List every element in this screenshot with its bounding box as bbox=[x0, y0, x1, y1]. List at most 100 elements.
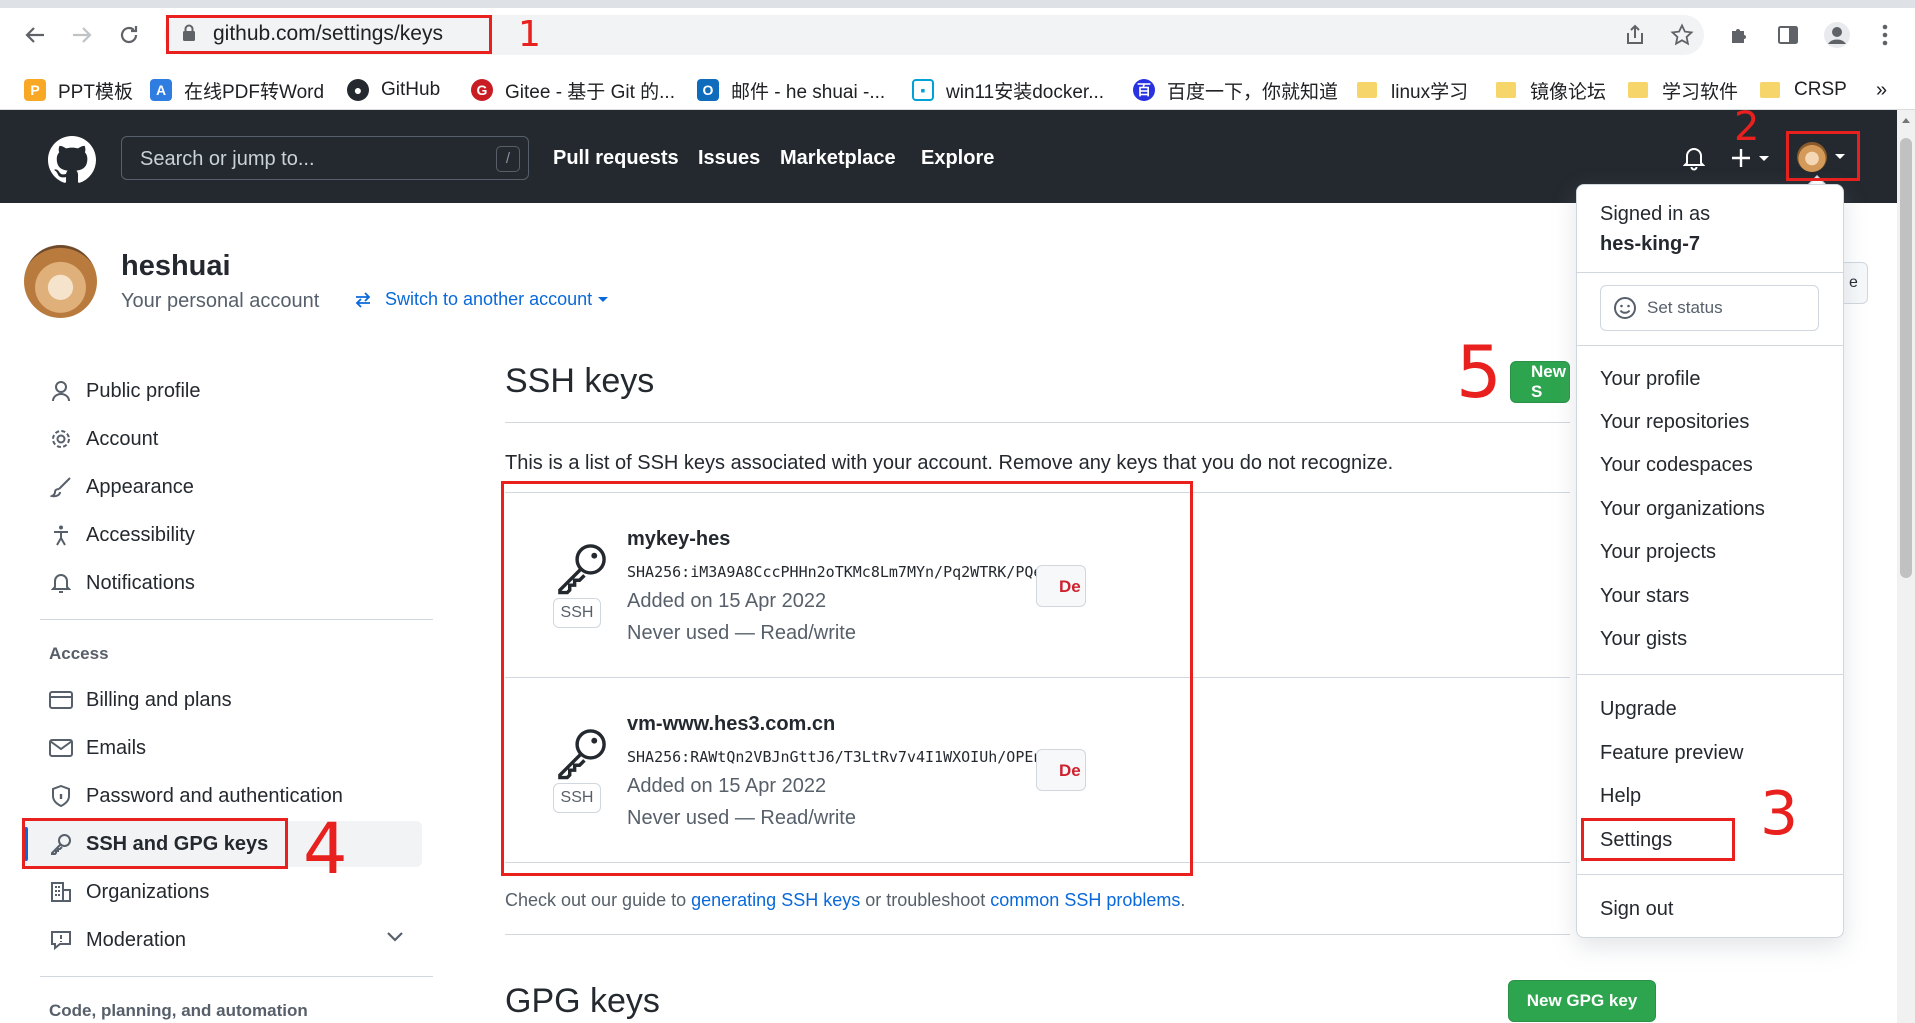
sidebar-group-code: Code, planning, and automation bbox=[49, 1001, 308, 1020]
bookmark-label: 在线PDF转Word bbox=[184, 81, 325, 103]
share-button[interactable] bbox=[1620, 20, 1650, 50]
screen: { "browser": { "url": "github.com/settin… bbox=[0, 0, 1915, 1023]
switch-account-link[interactable]: Switch to another account bbox=[353, 289, 609, 310]
ssh-keys-heading: SSH keys bbox=[505, 362, 655, 400]
sidebar-item-billing[interactable]: Billing and plans bbox=[24, 677, 422, 723]
menu-your-repositories[interactable]: Your repositories bbox=[1600, 411, 1749, 434]
bookmark-folder-crsp[interactable]: CRSP bbox=[1760, 70, 1847, 110]
page-scrollbar[interactable] bbox=[1897, 110, 1915, 1023]
accessibility-icon bbox=[48, 522, 74, 548]
annotation-number-1: 1 bbox=[518, 14, 541, 55]
bookmarks-bar: P PPT模板 A 在线PDF转Word ● GitHub G Gitee - … bbox=[0, 70, 1915, 110]
gear-icon bbox=[48, 426, 74, 452]
chevron-down-icon[interactable] bbox=[386, 931, 404, 943]
sidebar-item-public-profile[interactable]: Public profile bbox=[24, 368, 422, 414]
caret-down-icon bbox=[598, 297, 609, 302]
bookmark-folder-mirror[interactable]: 镜像论坛 bbox=[1496, 70, 1606, 110]
sidebar-item-organizations[interactable]: Organizations bbox=[24, 869, 422, 915]
sidebar-item-password-auth[interactable]: Password and authentication bbox=[24, 773, 422, 819]
reload-button[interactable] bbox=[114, 20, 144, 50]
github-logo-icon[interactable] bbox=[48, 136, 96, 184]
sidebar-item-moderation[interactable]: Moderation bbox=[24, 917, 422, 963]
profile-icon bbox=[1824, 22, 1850, 48]
bookmark-folder-software[interactable]: 学习软件 bbox=[1628, 70, 1738, 110]
nav-issues[interactable]: Issues bbox=[698, 147, 760, 170]
sidebar-item-appearance[interactable]: Appearance bbox=[24, 464, 422, 510]
set-status-label: Set status bbox=[1647, 298, 1723, 317]
menu-your-codespaces[interactable]: Your codespaces bbox=[1600, 454, 1753, 477]
plus-dropdown-icon[interactable] bbox=[1731, 147, 1775, 169]
new-gpg-key-button[interactable]: New GPG key bbox=[1508, 980, 1656, 1022]
switch-account-label: Switch to another account bbox=[385, 289, 593, 309]
bilibili-icon: ▪ bbox=[912, 79, 934, 101]
sidebar-item-label: Account bbox=[86, 427, 159, 450]
section-divider bbox=[505, 934, 1570, 935]
common-ssh-problems-link[interactable]: common SSH problems bbox=[990, 890, 1180, 910]
menu-your-projects[interactable]: Your projects bbox=[1600, 541, 1716, 564]
sidebar-item-label: Password and authentication bbox=[86, 784, 343, 807]
forward-button[interactable] bbox=[67, 20, 97, 50]
folder-icon bbox=[1628, 82, 1648, 98]
annotation-number-5: 5 bbox=[1456, 330, 1502, 414]
new-ssh-key-button[interactable]: New S bbox=[1510, 361, 1570, 403]
menu-your-stars[interactable]: Your stars bbox=[1600, 585, 1689, 608]
heading-divider bbox=[505, 422, 1570, 423]
menu-feature-preview[interactable]: Feature preview bbox=[1600, 742, 1743, 765]
annotation-box-keys bbox=[501, 481, 1193, 876]
bookmark-baidu[interactable]: 百 百度一下，你就知道 bbox=[1133, 70, 1338, 110]
menu-your-organizations[interactable]: Your organizations bbox=[1600, 498, 1765, 521]
dropdown-divider bbox=[1577, 874, 1843, 875]
bell-icon[interactable] bbox=[1683, 145, 1705, 171]
bookmark-label: 学习软件 bbox=[1662, 81, 1739, 103]
kebab-menu-icon bbox=[1882, 24, 1888, 46]
menu-help[interactable]: Help bbox=[1600, 785, 1641, 808]
bell-icon bbox=[48, 570, 74, 596]
bookmark-docker-video[interactable]: ▪ win11安装docker... bbox=[912, 70, 1104, 110]
arrow-right-icon bbox=[73, 27, 92, 43]
bookmark-label: CRSP bbox=[1794, 79, 1847, 100]
nav-explore[interactable]: Explore bbox=[921, 147, 994, 170]
sidebar-item-accessibility[interactable]: Accessibility bbox=[24, 512, 422, 558]
bookmark-gitee[interactable]: G Gitee - 基于 Git 的... bbox=[471, 70, 675, 110]
more-bookmarks-button[interactable]: » bbox=[1876, 70, 1887, 110]
sidebar-item-notifications[interactable]: Notifications bbox=[24, 560, 422, 606]
sidebar-item-label: Public profile bbox=[86, 379, 201, 402]
generating-ssh-keys-link[interactable]: generating SSH keys bbox=[691, 890, 860, 910]
back-button[interactable] bbox=[20, 20, 50, 50]
bookmark-outlook[interactable]: O 邮件 - he shuai -... bbox=[697, 70, 885, 110]
signed-in-username[interactable]: hes-king-7 bbox=[1600, 233, 1700, 256]
bookmark-github[interactable]: ● GitHub bbox=[347, 70, 440, 110]
bookmark-folder-linux[interactable]: linux学习 bbox=[1357, 70, 1468, 110]
profile-button[interactable] bbox=[1822, 20, 1852, 50]
search-input[interactable]: Search or jump to... / bbox=[121, 136, 529, 180]
menu-sign-out[interactable]: Sign out bbox=[1600, 898, 1673, 921]
ppt-icon: P bbox=[24, 79, 46, 101]
nav-marketplace[interactable]: Marketplace bbox=[780, 147, 896, 170]
bookmark-ppt[interactable]: P PPT模板 bbox=[24, 70, 133, 110]
arrow-switch-icon bbox=[355, 291, 371, 308]
folder-icon bbox=[1760, 82, 1780, 98]
menu-your-profile[interactable]: Your profile bbox=[1600, 368, 1700, 391]
dropdown-divider bbox=[1577, 674, 1843, 675]
menu-upgrade[interactable]: Upgrade bbox=[1600, 698, 1677, 721]
menu-your-gists[interactable]: Your gists bbox=[1600, 628, 1687, 651]
scroll-thumb[interactable] bbox=[1900, 138, 1912, 578]
extensions-button[interactable] bbox=[1725, 20, 1755, 50]
gitee-icon: G bbox=[471, 79, 493, 101]
bookmark-star-button[interactable] bbox=[1667, 20, 1697, 50]
person-icon bbox=[48, 378, 74, 404]
search-shortcut-hint: / bbox=[496, 146, 520, 172]
outlook-icon: O bbox=[697, 79, 719, 101]
sidebar-item-account[interactable]: Account bbox=[24, 416, 422, 462]
bookmark-label: 镜像论坛 bbox=[1530, 81, 1607, 103]
gpg-keys-heading: GPG keys bbox=[505, 982, 660, 1020]
sidebar-item-label: Emails bbox=[86, 736, 147, 759]
set-status-button[interactable]: Set status bbox=[1600, 285, 1819, 331]
baidu-icon: 百 bbox=[1133, 79, 1155, 101]
sidebar-item-emails[interactable]: Emails bbox=[24, 725, 422, 771]
side-panel-button[interactable] bbox=[1773, 20, 1803, 50]
bookmark-pdf-word[interactable]: A 在线PDF转Word bbox=[150, 70, 324, 110]
nav-pull-requests[interactable]: Pull requests bbox=[553, 147, 679, 170]
menu-button[interactable] bbox=[1870, 20, 1900, 50]
bookmark-label: win11安装docker... bbox=[946, 81, 1105, 103]
